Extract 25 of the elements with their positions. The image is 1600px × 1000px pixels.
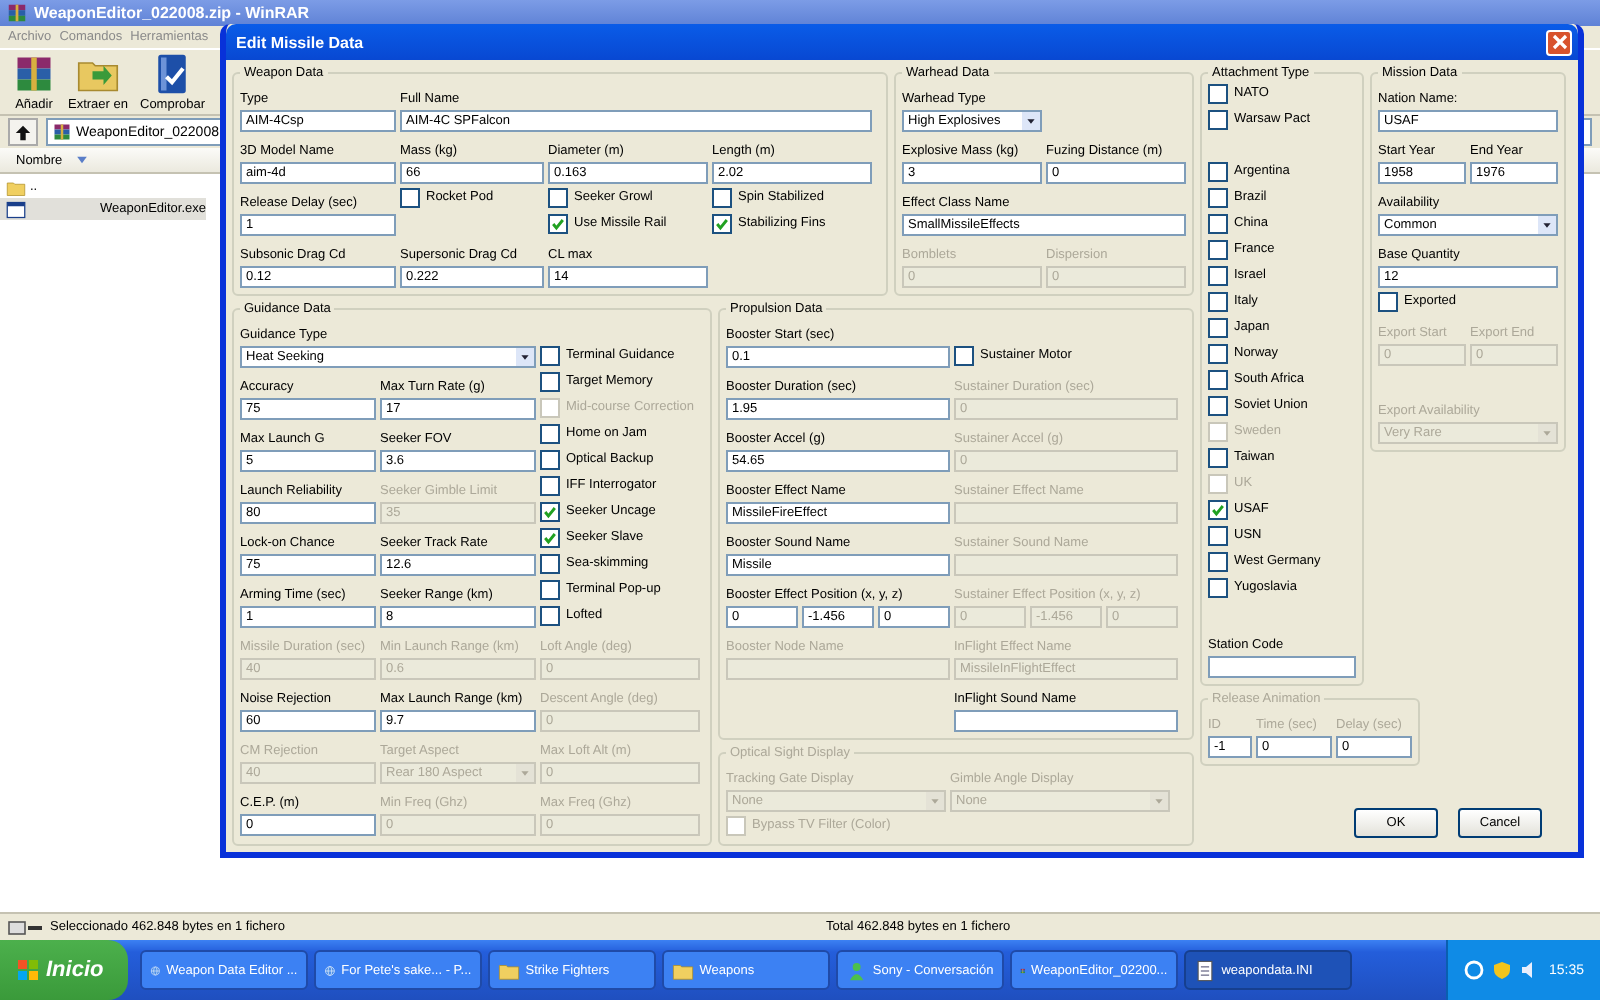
- books-icon: [12, 52, 56, 96]
- input-field[interactable]: [1208, 656, 1356, 678]
- notepad-icon: [1193, 959, 1216, 981]
- books-icon: [52, 122, 72, 142]
- tick-icon: [550, 215, 566, 231]
- window-title: WeaponEditor_022008.zip - WinRAR: [34, 4, 310, 22]
- shield-icon: [1492, 960, 1513, 980]
- tick-icon: [542, 503, 558, 519]
- input-field[interactable]: [954, 710, 1178, 732]
- close-button[interactable]: [1546, 29, 1572, 55]
- tick-icon: [714, 215, 730, 231]
- dialog-title: Edit Missile Data: [236, 33, 364, 51]
- books-icon: [6, 2, 28, 24]
- folder-icon: [671, 959, 694, 981]
- folder-icon: [497, 959, 520, 981]
- up-arrow-icon: [14, 123, 32, 141]
- close-icon: [1551, 34, 1567, 50]
- window-icon: [6, 199, 26, 219]
- drive-icon: [8, 919, 44, 935]
- tick-icon: [542, 529, 558, 545]
- sort-arrow-icon: [74, 152, 91, 168]
- up-button[interactable]: [8, 118, 38, 146]
- flag-icon: [16, 958, 40, 982]
- person-icon: [845, 959, 867, 981]
- tick-icon: [1210, 501, 1226, 517]
